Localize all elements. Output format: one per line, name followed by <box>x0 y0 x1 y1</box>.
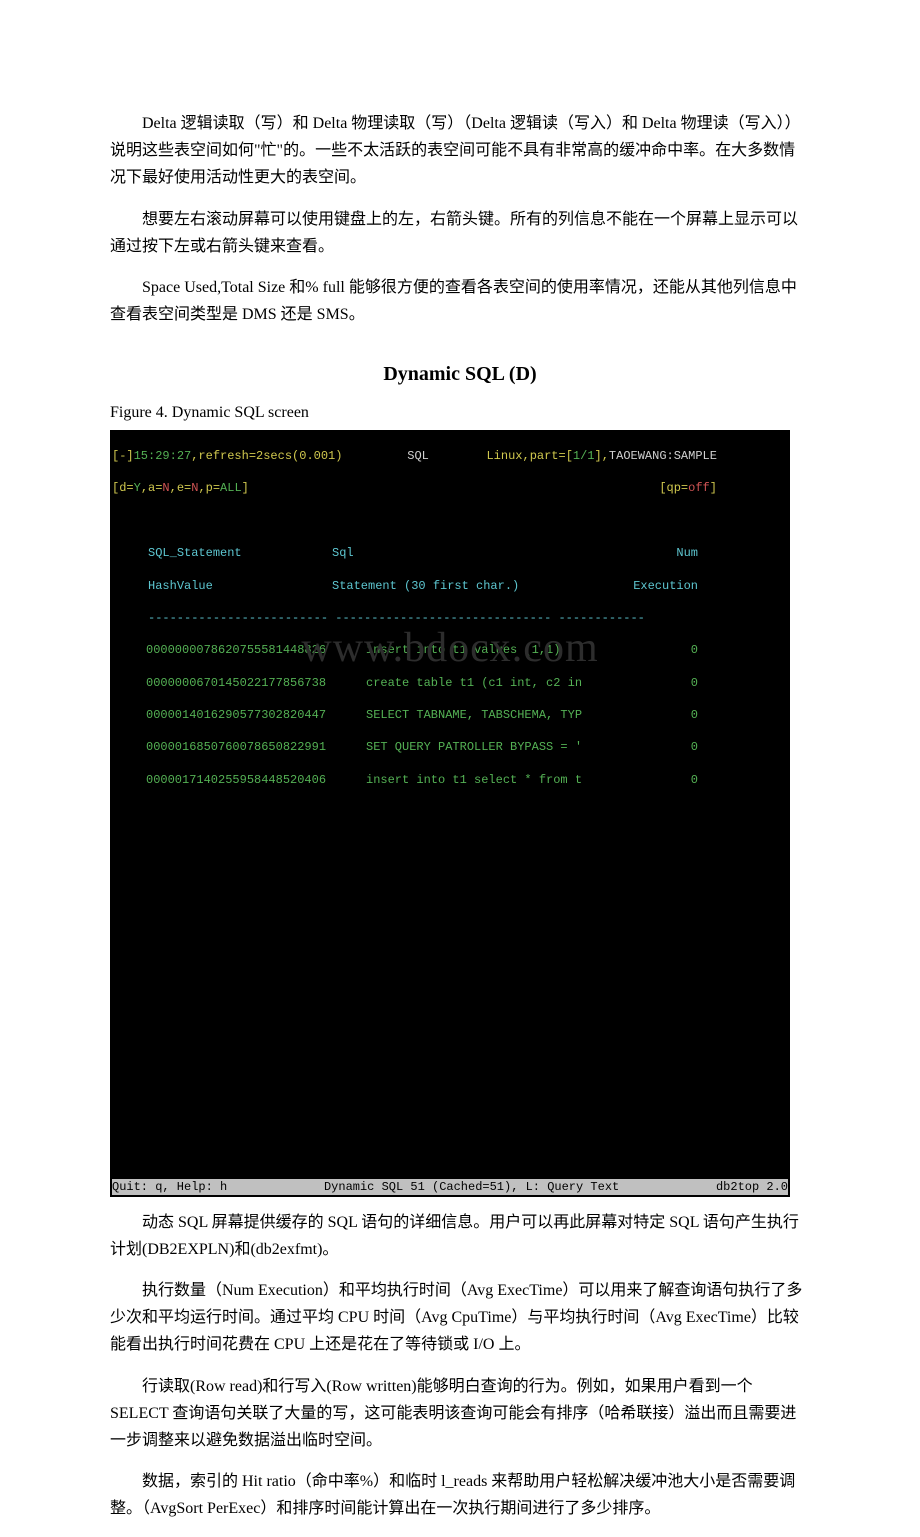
term-os: Linux,part=[ <box>486 449 572 463</box>
flag-p-label: ,p= <box>198 481 220 495</box>
paragraph: 数据，索引的 Hit ratio（命中率%）和临时 l_reads 来帮助用户轻… <box>110 1468 810 1522</box>
paragraph: Delta 逻辑读取（写）和 Delta 物理读取（写）（Delta 逻辑读（写… <box>110 110 810 192</box>
flag-a-label: ,a= <box>141 481 163 495</box>
qp-label: [qp= <box>659 481 688 495</box>
term-col-header-row2: HashValueStatement (30 first char.)Execu… <box>112 578 788 594</box>
term-data-row: 0000014016290577302820447SELECT TABNAME,… <box>112 707 788 723</box>
flag-p-val: ALL <box>220 481 242 495</box>
qp-end: ] <box>710 481 717 495</box>
flag-a-val: N <box>162 481 169 495</box>
flag-d-val: Y <box>134 481 141 495</box>
term-version: db2top 2.0 <box>716 1179 788 1195</box>
section-heading: Dynamic SQL (D) <box>110 358 810 390</box>
flag-d-label: [d= <box>112 481 134 495</box>
term-col-header-row1: SQL_StatementSqlNum <box>112 545 788 561</box>
terminal-screenshot: [-]15:29:27,refresh=2secs(0.001) SQL Lin… <box>110 430 790 1197</box>
term-part: 1/1 <box>573 449 595 463</box>
paragraph: 执行数量（Num Execution）和平均执行时间（Avg ExecTime）… <box>110 1277 810 1359</box>
figure-caption: Figure 4. Dynamic SQL screen <box>110 400 810 426</box>
term-status-mid: Dynamic SQL 51 (Cached=51), L: Query Tex… <box>324 1179 619 1195</box>
term-data-row: 0000017140255958448520406insert into t1 … <box>112 772 788 788</box>
term-time: 15:29:27 <box>134 449 192 463</box>
term-refresh: ,refresh=2secs(0.001) <box>191 449 342 463</box>
flag-e-label: ,e= <box>170 481 192 495</box>
term-bracket: [-] <box>112 449 134 463</box>
term-screen-title: SQL <box>407 449 429 463</box>
paragraph: 行读取(Row read)和行写入(Row written)能够明白查询的行为。… <box>110 1373 810 1455</box>
term-data-row: 0000016850760078650822991SET QUERY PATRO… <box>112 739 788 755</box>
paragraph: 动态 SQL 屏幕提供缓存的 SQL 语句的详细信息。用户可以再此屏幕对特定 S… <box>110 1209 810 1263</box>
document-page: Delta 逻辑读取（写）和 Delta 物理读取（写）（Delta 逻辑读（写… <box>0 0 920 1523</box>
term-bracket-close: ], <box>595 449 609 463</box>
term-data-row: 0000000078620755581448826insert into t1 … <box>112 642 788 658</box>
flag-end: ] <box>242 481 249 495</box>
terminal-status-bar: Quit: q, Help: h Dynamic SQL 51 (Cached=5… <box>112 1179 788 1195</box>
term-divider: ------------------------- --------------… <box>112 610 788 626</box>
term-data-row: 0000000670145022177856738create table t1… <box>112 675 788 691</box>
qp-val: off <box>688 481 710 495</box>
paragraph: Space Used,Total Size 和% full 能够很方便的查看各表… <box>110 274 810 328</box>
term-host: TAOEWANG:SAMPLE <box>609 449 717 463</box>
paragraph: 想要左右滚动屏幕可以使用键盘上的左，右箭头键。所有的列信息不能在一个屏幕上显示可… <box>110 206 810 260</box>
term-quit-help: Quit: q, Help: h <box>112 1179 227 1195</box>
